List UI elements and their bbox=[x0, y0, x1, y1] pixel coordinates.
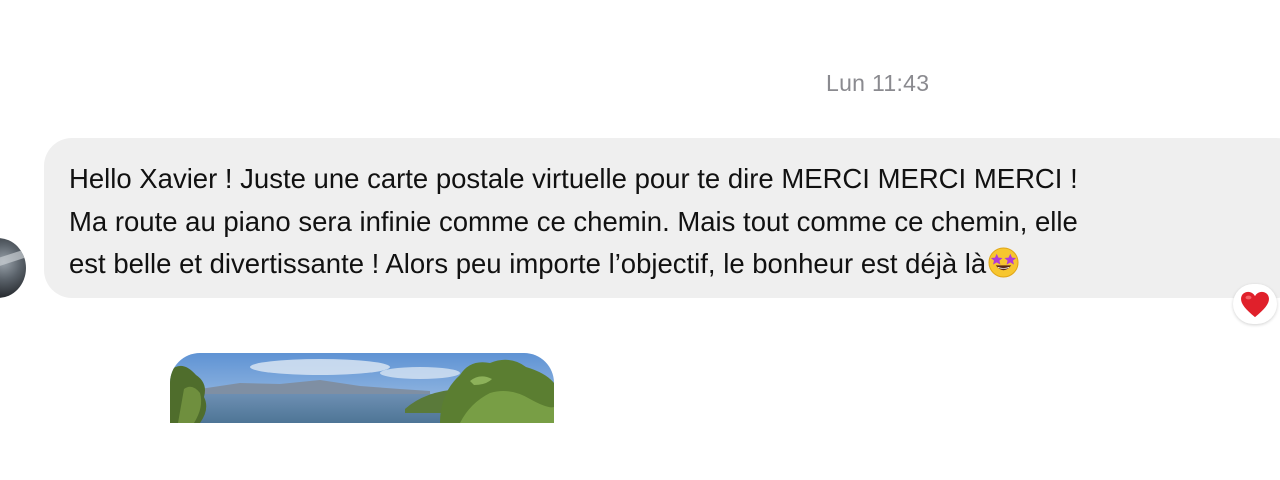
landscape-photo-attachment[interactable] bbox=[170, 353, 554, 423]
message-line: est belle et divertissante ! Alors peu i… bbox=[69, 243, 1280, 286]
message-line-text: est belle et divertissante ! Alors peu i… bbox=[69, 248, 987, 279]
landscape-photo-icon bbox=[170, 353, 554, 423]
message-line: Ma route au piano sera infinie comme ce … bbox=[69, 201, 1280, 244]
avatar-image-detail bbox=[0, 248, 26, 272]
sender-avatar[interactable] bbox=[0, 238, 26, 298]
heart-reaction-badge[interactable] bbox=[1233, 284, 1277, 324]
message-timestamp: Lun 11:43 bbox=[826, 70, 930, 96]
message-line-text: Ma route au piano sera infinie comme ce … bbox=[69, 205, 1078, 237]
conversation-view: Lun 11:43 Hello Xavier ! Juste une carte… bbox=[0, 0, 1280, 480]
message-text: Hello Xavier ! Juste une carte postale v… bbox=[69, 158, 1280, 286]
message-line: Hello Xavier ! Juste une carte postale v… bbox=[69, 163, 1078, 194]
red-heart-icon bbox=[1241, 291, 1269, 317]
star-struck-emoji-icon bbox=[988, 247, 1019, 278]
message-bubble[interactable]: Hello Xavier ! Juste une carte postale v… bbox=[44, 138, 1280, 298]
